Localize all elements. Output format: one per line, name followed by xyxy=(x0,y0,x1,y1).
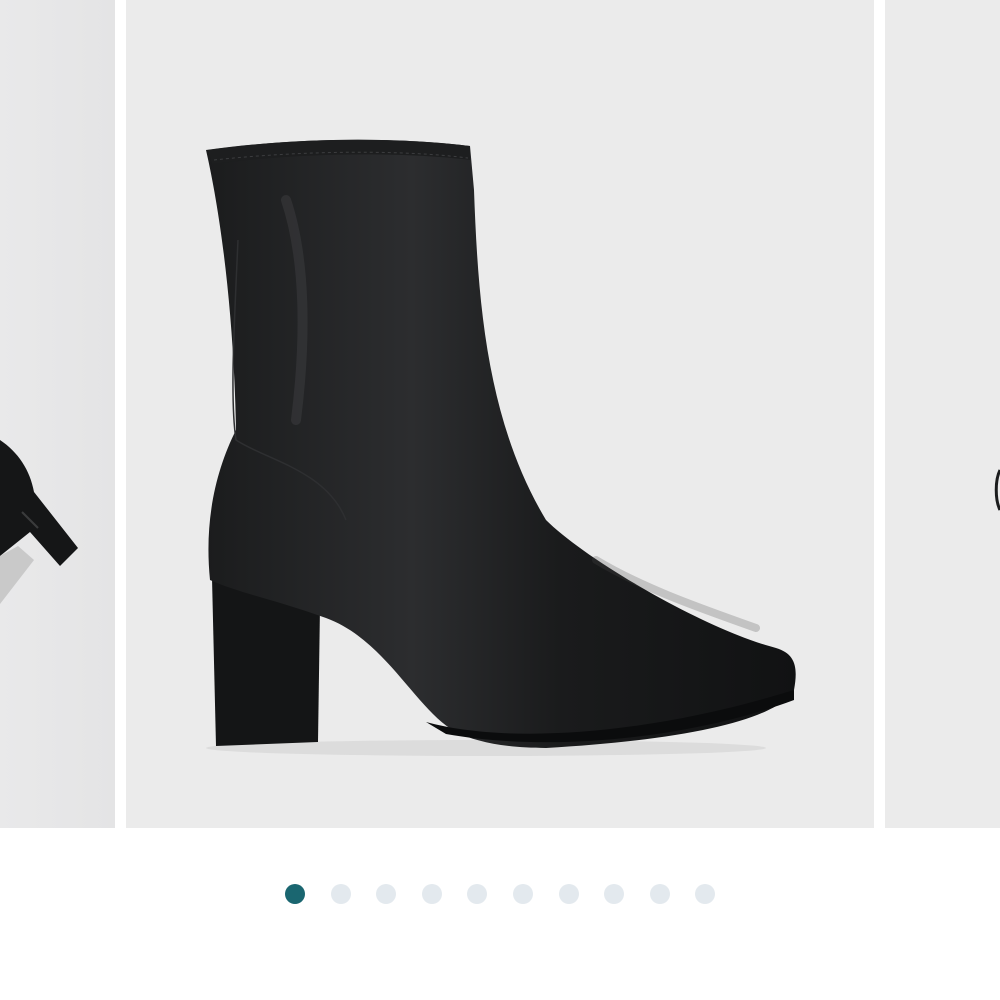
carousel-dot-10[interactable] xyxy=(695,884,715,904)
carousel-dot-2[interactable] xyxy=(331,884,351,904)
carousel-dot-4[interactable] xyxy=(422,884,442,904)
carousel-dot-9[interactable] xyxy=(650,884,670,904)
previous-slide-boot-image xyxy=(0,440,78,604)
carousel-dot-6[interactable] xyxy=(513,884,533,904)
carousel-dot-1[interactable] xyxy=(285,884,305,904)
carousel-dot-5[interactable] xyxy=(467,884,487,904)
carousel-dot-3[interactable] xyxy=(376,884,396,904)
next-slide[interactable] xyxy=(885,0,1000,828)
carousel-pagination xyxy=(0,883,1000,905)
carousel-dot-8[interactable] xyxy=(604,884,624,904)
ankle-boot-image xyxy=(206,139,796,756)
carousel-dot-7[interactable] xyxy=(559,884,579,904)
previous-slide[interactable] xyxy=(0,0,115,828)
main-product-slide[interactable] xyxy=(126,0,874,828)
next-slide-image xyxy=(994,469,1000,511)
product-image-carousel[interactable] xyxy=(0,0,1000,828)
